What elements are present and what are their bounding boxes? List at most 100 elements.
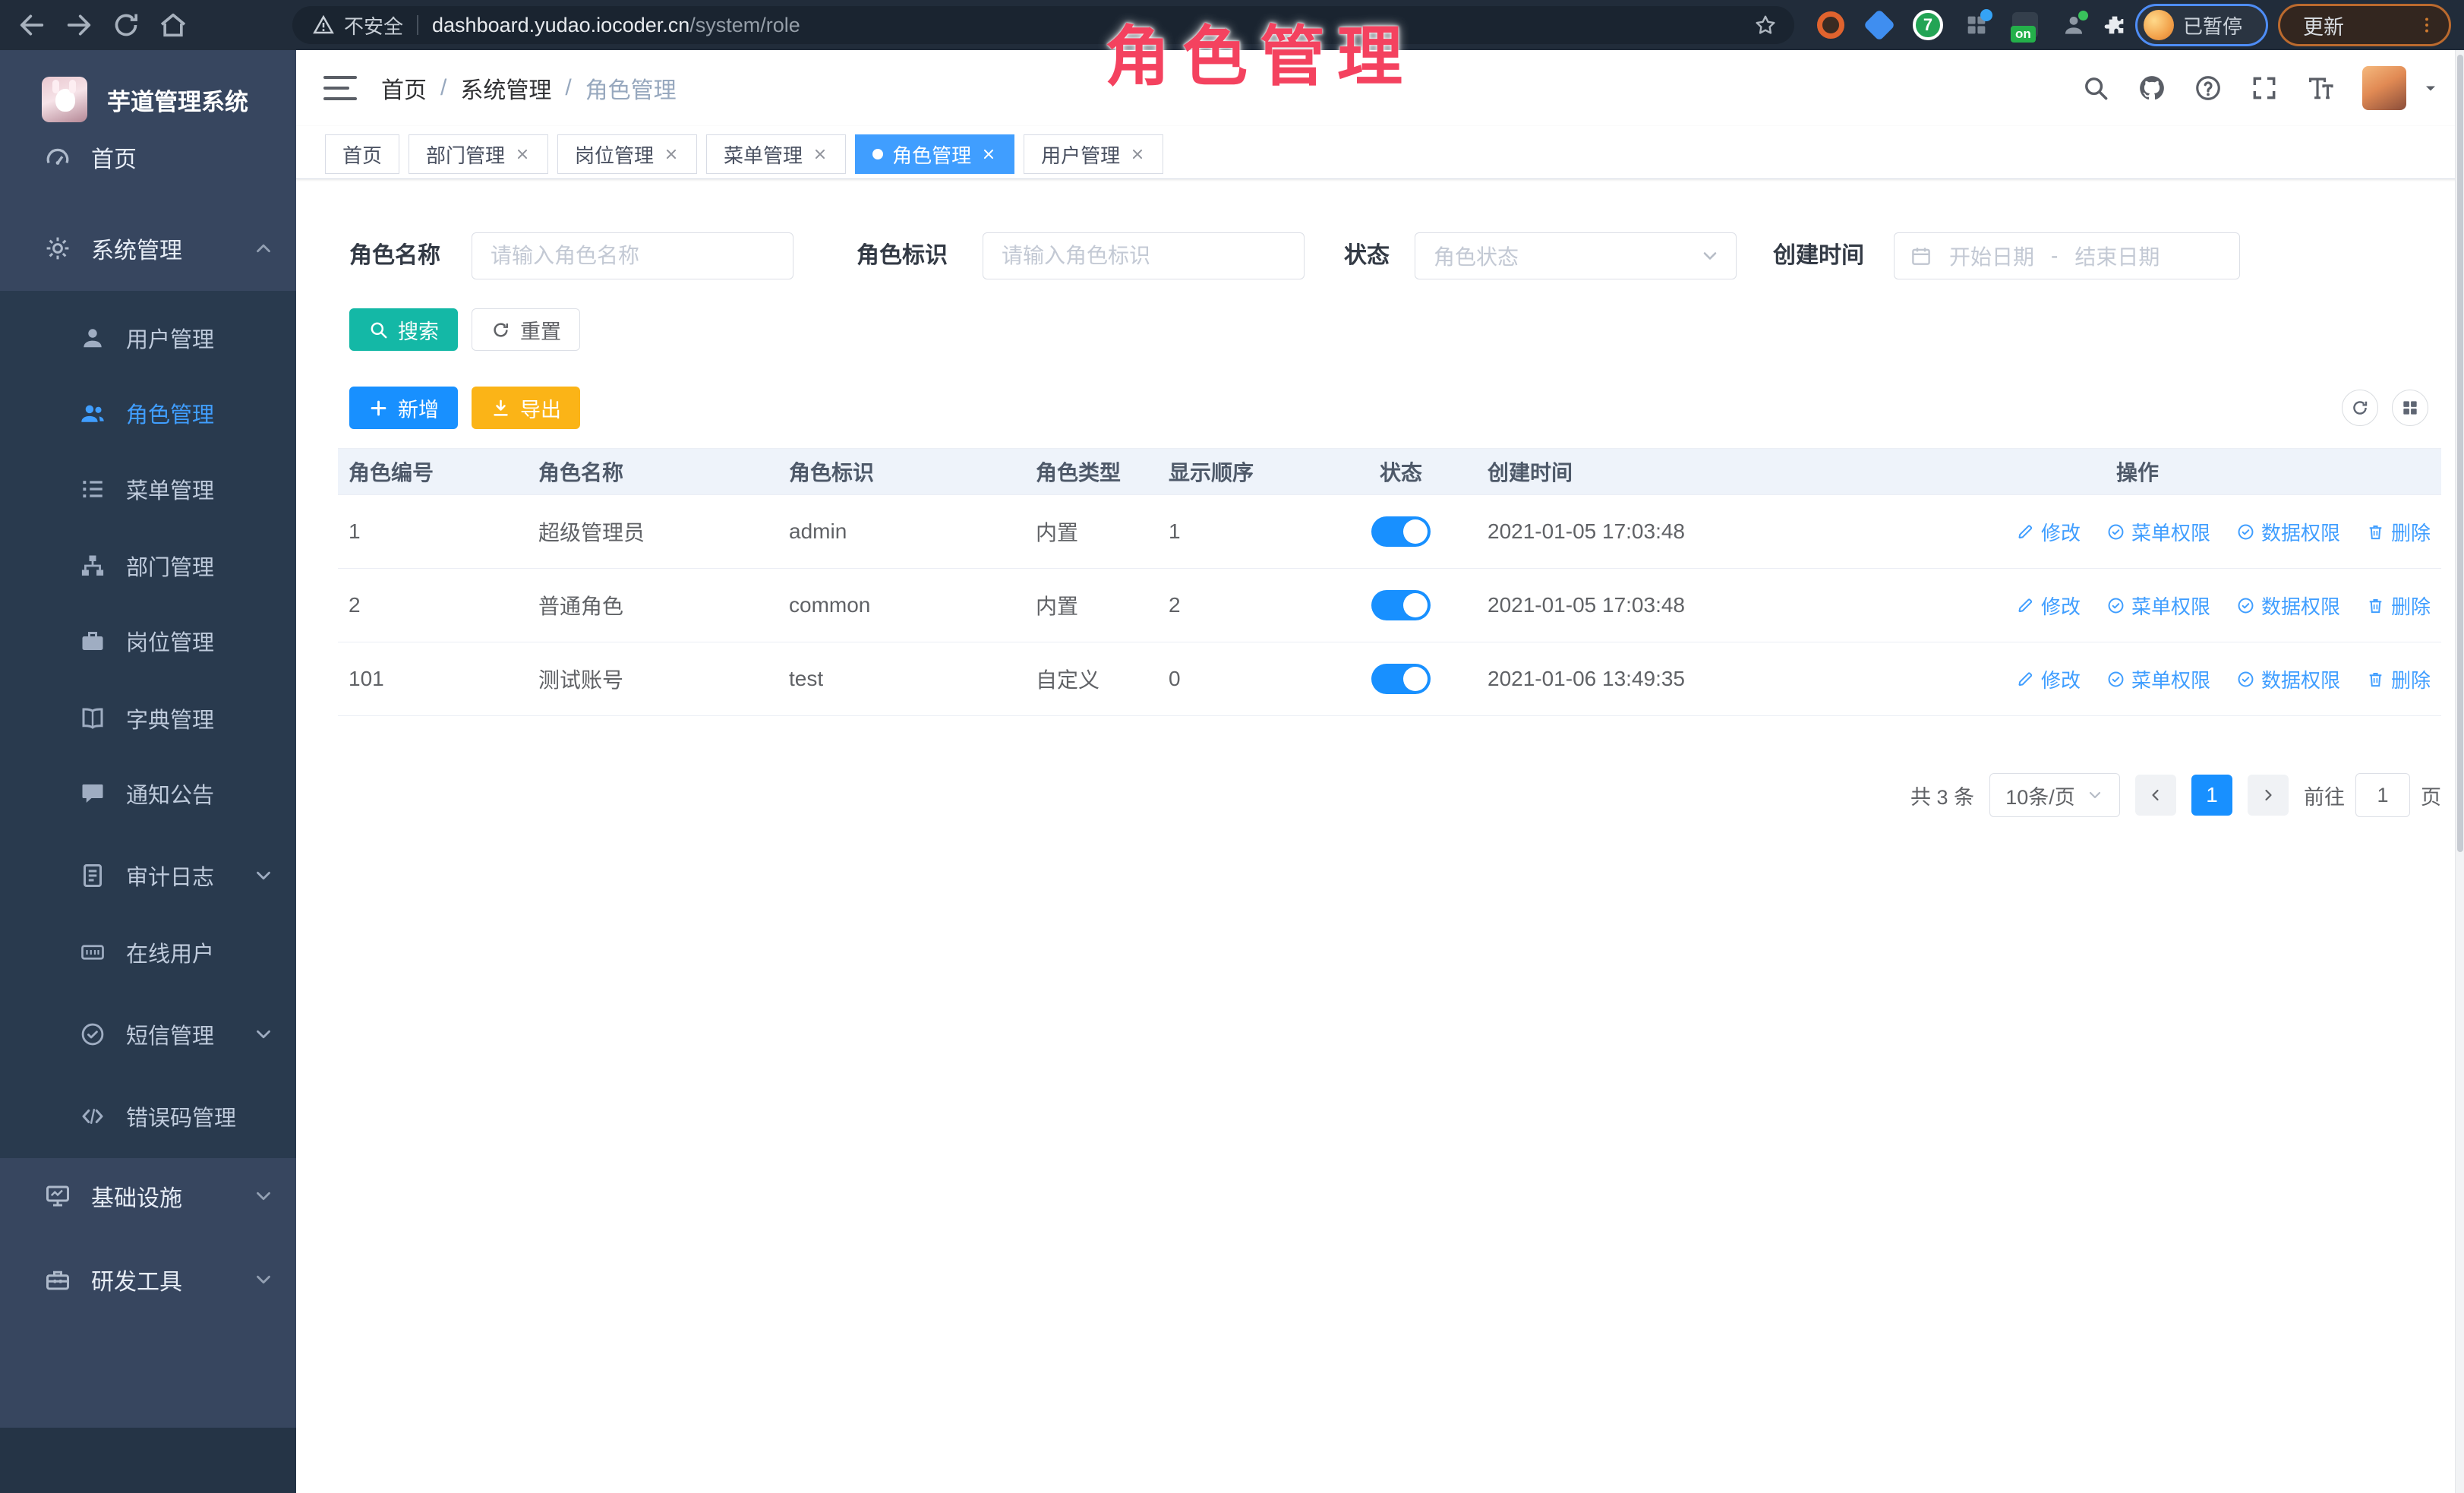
menu-permission-link[interactable]: 菜单权限 bbox=[2106, 665, 2210, 693]
caret-down-icon[interactable] bbox=[2421, 79, 2440, 97]
status-select[interactable]: 角色状态 bbox=[1415, 232, 1737, 279]
extension-icon-5[interactable]: on bbox=[2008, 8, 2043, 43]
browser-back-icon[interactable] bbox=[17, 10, 47, 40]
profile-paused-pill[interactable]: 已暂停 bbox=[2135, 4, 2268, 46]
page-number-active[interactable]: 1 bbox=[2191, 775, 2232, 816]
tab-positions[interactable]: 岗位管理 bbox=[557, 134, 697, 174]
range-separator: - bbox=[2051, 244, 2058, 268]
close-icon[interactable] bbox=[812, 146, 828, 163]
data-permission-link[interactable]: 数据权限 bbox=[2236, 665, 2340, 693]
bookmark-star-icon[interactable] bbox=[1753, 13, 1778, 37]
delete-link[interactable]: 删除 bbox=[2366, 592, 2431, 620]
delete-link[interactable]: 删除 bbox=[2366, 518, 2431, 546]
sidebar-item-online-users[interactable]: 在线用户 bbox=[0, 914, 296, 990]
breadcrumb-system[interactable]: 系统管理 bbox=[460, 71, 551, 105]
browser-update-button[interactable]: 更新 bbox=[2278, 4, 2451, 46]
edit-link[interactable]: 修改 bbox=[2016, 518, 2081, 546]
tab-label: 菜单管理 bbox=[724, 140, 803, 169]
close-icon[interactable] bbox=[1129, 146, 1146, 163]
create-time-range-picker[interactable]: 开始日期 - 结束日期 bbox=[1894, 232, 2240, 279]
tab-label: 部门管理 bbox=[426, 140, 505, 169]
tab-users[interactable]: 用户管理 bbox=[1024, 134, 1163, 174]
add-button[interactable]: 新增 bbox=[349, 387, 458, 429]
browser-reload-icon[interactable] bbox=[111, 10, 141, 40]
export-button[interactable]: 导出 bbox=[472, 387, 580, 429]
sidebar-item-home[interactable]: 首页 bbox=[0, 119, 296, 195]
menu-permission-link[interactable]: 菜单权限 bbox=[2106, 518, 2210, 546]
sidebar-item-positions[interactable]: 岗位管理 bbox=[0, 603, 296, 679]
extension-icon-6[interactable] bbox=[2056, 8, 2091, 43]
github-icon[interactable] bbox=[2137, 74, 2166, 103]
edit-link[interactable]: 修改 bbox=[2016, 665, 2081, 693]
column-settings-button[interactable] bbox=[2392, 390, 2428, 426]
sidebar-item-departments[interactable]: 部门管理 bbox=[0, 528, 296, 604]
puzzle-icon bbox=[2103, 13, 2127, 37]
table-row[interactable]: 2 普通角色 common 内置 2 2021-01-05 17:03:48 修… bbox=[338, 569, 2441, 642]
data-permission-link[interactable]: 数据权限 bbox=[2236, 518, 2340, 546]
prev-page-button[interactable] bbox=[2135, 775, 2176, 816]
font-size-icon[interactable] bbox=[2306, 74, 2335, 103]
breadcrumb-home[interactable]: 首页 bbox=[381, 71, 427, 105]
tab-home[interactable]: 首页 bbox=[325, 134, 399, 174]
table-row[interactable]: 101 测试账号 test 自定义 0 2021-01-06 13:49:35 … bbox=[338, 642, 2441, 716]
edit-link[interactable]: 修改 bbox=[2016, 592, 2081, 620]
sidebar-item-users[interactable]: 用户管理 bbox=[0, 300, 296, 376]
extension-icon-4[interactable] bbox=[1959, 8, 1994, 43]
tags-view-bar: 首页 部门管理 岗位管理 菜单管理 角色管理 bbox=[296, 126, 2464, 179]
sidebar-collapse-icon[interactable] bbox=[323, 73, 357, 103]
extension-icon-3[interactable]: 7 bbox=[1910, 8, 1945, 43]
role-name-input[interactable] bbox=[472, 232, 793, 279]
search-icon[interactable] bbox=[2081, 74, 2110, 103]
check-circle-icon bbox=[2106, 522, 2125, 541]
close-icon[interactable] bbox=[514, 146, 531, 163]
extensions-puzzle-icon[interactable] bbox=[2097, 8, 2132, 43]
sidebar-item-audit-logs[interactable]: 审计日志 bbox=[0, 838, 296, 914]
sidebar-item-dev-tools[interactable]: 研发工具 bbox=[0, 1242, 296, 1318]
page-size-select[interactable]: 10条/页 bbox=[1989, 773, 2120, 817]
data-permission-link[interactable]: 数据权限 bbox=[2236, 592, 2340, 620]
browser-home-icon[interactable] bbox=[158, 10, 188, 40]
extension-icon-2[interactable] bbox=[1862, 8, 1897, 43]
cell-role-sort: 1 bbox=[1158, 519, 1325, 544]
cell-role-type: 自定义 bbox=[1025, 664, 1158, 694]
user-avatar[interactable] bbox=[2362, 66, 2406, 110]
close-icon[interactable] bbox=[663, 146, 680, 163]
delete-link[interactable]: 删除 bbox=[2366, 665, 2431, 693]
extension-icon-1[interactable] bbox=[1813, 8, 1848, 43]
goto-page-input[interactable] bbox=[2355, 773, 2410, 817]
sidebar-item-system[interactable]: 系统管理 bbox=[0, 210, 296, 286]
sidebar-item-roles[interactable]: 角色管理 bbox=[0, 375, 296, 451]
status-toggle-on[interactable] bbox=[1371, 664, 1431, 694]
sidebar-item-notices[interactable]: 通知公告 bbox=[0, 756, 296, 832]
browser-menu-icon[interactable] bbox=[2417, 15, 2437, 35]
fullscreen-icon[interactable] bbox=[2250, 74, 2279, 103]
tab-menus[interactable]: 菜单管理 bbox=[706, 134, 846, 174]
scrollbar-thumb[interactable] bbox=[2457, 55, 2463, 852]
next-page-button[interactable] bbox=[2248, 775, 2289, 816]
page-scrollbar[interactable] bbox=[2455, 50, 2464, 1493]
refresh-table-button[interactable] bbox=[2342, 390, 2378, 426]
sidebar-item-error-codes[interactable]: 错误码管理 bbox=[0, 1078, 296, 1154]
sidebar-item-label: 错误码管理 bbox=[126, 1100, 236, 1132]
help-icon[interactable] bbox=[2194, 74, 2223, 103]
table-row[interactable]: 1 超级管理员 admin 内置 1 2021-01-05 17:03:48 修… bbox=[338, 495, 2441, 569]
status-toggle-on[interactable] bbox=[1371, 590, 1431, 620]
sidebar-item-infrastructure[interactable]: 基础设施 bbox=[0, 1158, 296, 1234]
cell-role-sort: 0 bbox=[1158, 667, 1325, 691]
chevron-down-icon bbox=[2086, 786, 2104, 804]
tab-roles-active[interactable]: 角色管理 bbox=[855, 134, 1014, 174]
browser-forward-icon[interactable] bbox=[64, 10, 94, 40]
trash-icon bbox=[2366, 596, 2385, 615]
search-button[interactable]: 搜索 bbox=[349, 308, 458, 351]
menu-permission-link[interactable]: 菜单权限 bbox=[2106, 592, 2210, 620]
status-toggle-on[interactable] bbox=[1371, 516, 1431, 547]
target-extension-icon bbox=[1817, 11, 1844, 39]
sidebar-item-sms[interactable]: 短信管理 bbox=[0, 996, 296, 1072]
address-bar[interactable]: 不安全 dashboard.yudao.iocoder.cn /system/r… bbox=[292, 6, 1794, 44]
close-icon[interactable] bbox=[980, 146, 997, 163]
reset-button[interactable]: 重置 bbox=[472, 308, 580, 351]
sidebar-item-menus[interactable]: 菜单管理 bbox=[0, 451, 296, 527]
tab-departments[interactable]: 部门管理 bbox=[409, 134, 548, 174]
role-key-input[interactable] bbox=[983, 232, 1305, 279]
sidebar-item-dictionary[interactable]: 字典管理 bbox=[0, 680, 296, 756]
